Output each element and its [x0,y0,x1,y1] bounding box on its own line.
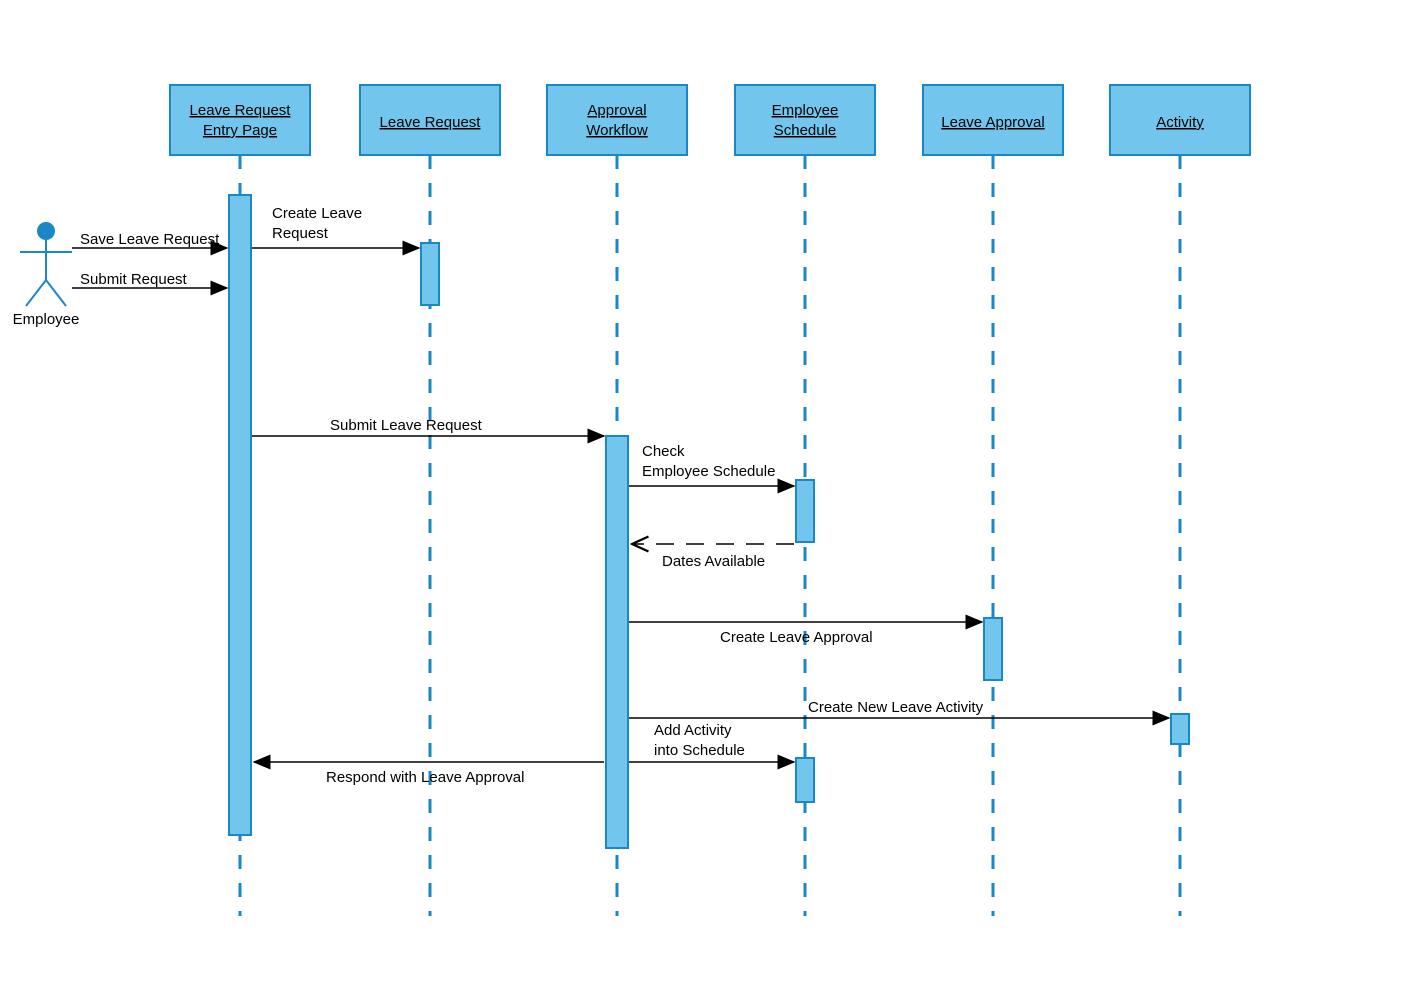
actor-label: Employee [13,311,80,328]
participant-label-p3-1: Approval [587,102,646,119]
participant-label-p6-1: Activity [1156,114,1204,131]
msg-add-activity-label-1: Add Activity [654,722,732,739]
participant-label-p1-1: Leave Request [190,102,292,119]
participant-p2: Leave Request [360,85,500,916]
participant-label-p1-2: Entry Page [203,122,277,139]
activation-employee-schedule-1 [796,480,814,542]
sequence-diagram: Employee Leave Request Entry Page Leave Re… [0,0,1422,988]
participant-p5: Leave Approval [923,85,1063,916]
msg-create-leave-request-label-2: Request [272,225,329,242]
participant-label-p5-1: Leave Approval [941,114,1044,131]
actor-employee: Employee [13,222,80,328]
participant-label-p3-2: Workflow [586,122,648,139]
activation-leave-request [421,243,439,305]
msg-check-employee-schedule-label-1: Check [642,443,685,460]
activation-approval-workflow [606,436,628,848]
participant-box-p3 [547,85,687,155]
msg-save-leave-request-label: Save Leave Request [80,231,220,248]
activation-entry-page [229,195,251,835]
participant-p6: Activity [1110,85,1250,916]
msg-create-leave-approval-label: Create Leave Approval [720,629,873,646]
msg-create-leave-request-label-1: Create Leave [272,205,362,222]
msg-add-activity-label-2: into Schedule [654,742,745,759]
activation-employee-schedule-2 [796,758,814,802]
participant-label-p4-2: Schedule [774,122,837,139]
activation-leave-approval [984,618,1002,680]
msg-create-new-leave-activity-label: Create New Leave Activity [808,699,984,716]
msg-respond-with-leave-approval-label: Respond with Leave Approval [326,769,524,786]
activation-activity [1171,714,1189,744]
msg-submit-leave-request-label: Submit Leave Request [330,417,483,434]
msg-dates-available-label: Dates Available [662,553,765,570]
participant-label-p2-1: Leave Request [380,114,482,131]
participant-box-p1 [170,85,310,155]
msg-check-employee-schedule-label-2: Employee Schedule [642,463,775,480]
participant-label-p4-1: Employee [772,102,839,119]
msg-submit-request-label: Submit Request [80,271,188,288]
participant-box-p4 [735,85,875,155]
